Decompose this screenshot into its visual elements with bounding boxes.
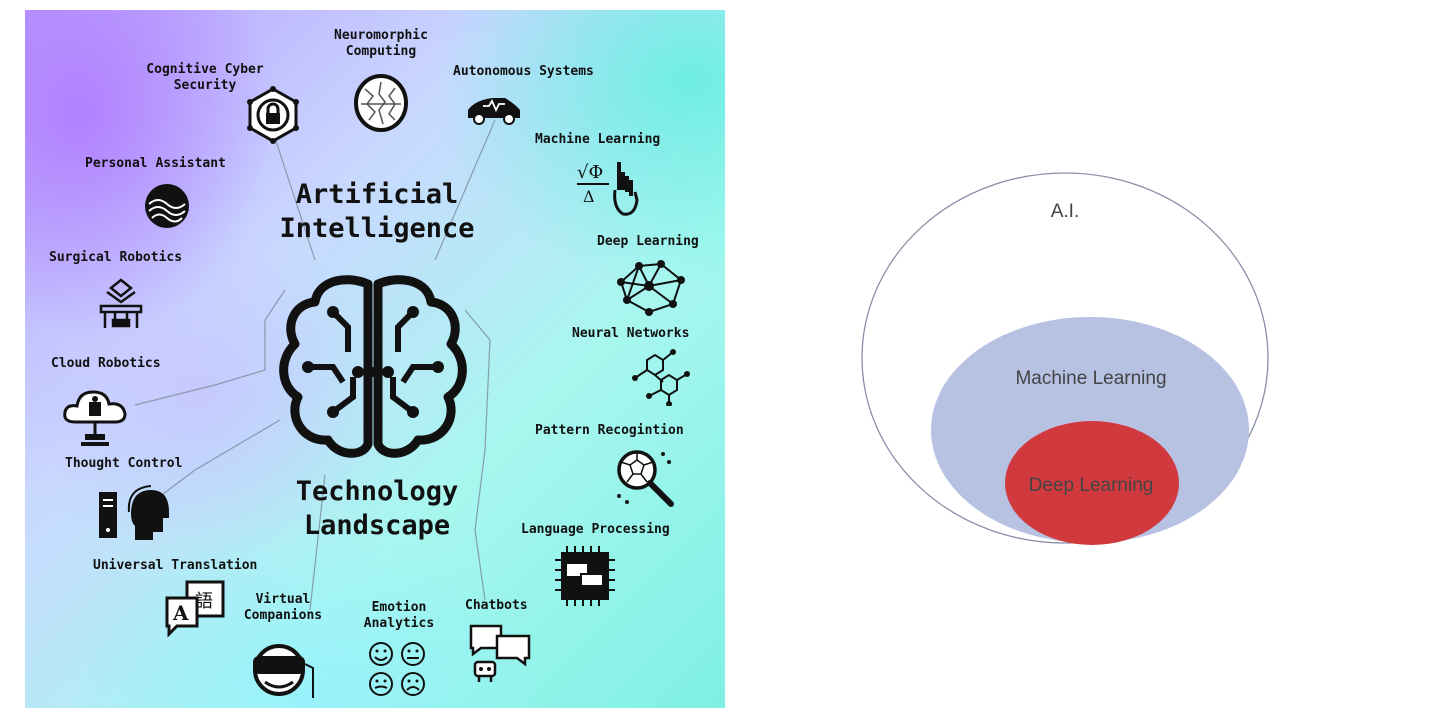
label-machine-learning: Machine Learning (535, 132, 661, 147)
machine-learning-label: Machine Learning (1015, 368, 1166, 389)
security-lock-icon (247, 86, 299, 144)
label-autonomous-systems: Autonomous Systems (453, 64, 594, 79)
label-cloud-robotics: Cloud Robotics (51, 356, 161, 371)
thought-control-icon (99, 485, 169, 540)
deep-learning-label: Deep Learning (1029, 475, 1154, 496)
svg-text:√Φ: √Φ (577, 162, 603, 183)
subtitle: Technology Landscape (295, 476, 459, 541)
machine-learning-icon: √Φ Δ (577, 162, 639, 216)
label-thought-control: Thought Control (65, 456, 183, 471)
label-universal-translation: Universal Translation (93, 558, 258, 573)
voice-assistant-icon (145, 184, 189, 228)
label-surgical-robotics: Surgical Robotics (49, 250, 183, 265)
label-emotion-analytics: Emotion Analytics (363, 600, 435, 631)
cloud-robot-icon (63, 390, 127, 446)
label-personal-assistant: Personal Assistant (85, 156, 226, 171)
label-neuromorphic-computing: Neuromorphic Computing (334, 28, 428, 59)
vr-headset-icon (253, 644, 314, 698)
brain-circuit-icon (279, 275, 467, 458)
language-chip-icon (555, 546, 615, 606)
autonomous-car-icon (468, 98, 520, 125)
label-virtual-companions: Virtual Companions (243, 592, 323, 623)
svg-text:Δ: Δ (583, 187, 595, 206)
svg-text:A: A (172, 601, 189, 625)
emotion-faces-icon (369, 642, 425, 696)
label-chatbots: Chatbots (465, 598, 528, 613)
deep-learning-network-icon (617, 260, 685, 316)
translation-icon: 語 A (165, 580, 225, 638)
ai-label: A.I. (1051, 201, 1080, 222)
label-neural-networks: Neural Networks (572, 326, 690, 341)
label-language-processing: Language Processing (521, 522, 670, 537)
magnifier-pattern-icon (617, 450, 674, 507)
venn-svg: A.I. Machine Learning Deep Learning (861, 172, 1269, 545)
ai-landscape-infographic: Artificial Intelligence Technology Lands… (25, 10, 725, 708)
label-deep-learning: Deep Learning (597, 234, 699, 249)
ai-ml-dl-venn-diagram: A.I. Machine Learning Deep Learning (840, 150, 1300, 570)
neural-molecule-icon (632, 349, 690, 406)
surgical-robot-icon (99, 278, 143, 328)
chatbot-icon (469, 624, 531, 682)
main-title: Artificial Intelligence (279, 179, 475, 244)
brain-chip-icon (354, 74, 408, 132)
label-pattern-recognition: Pattern Recogintion (535, 423, 684, 438)
